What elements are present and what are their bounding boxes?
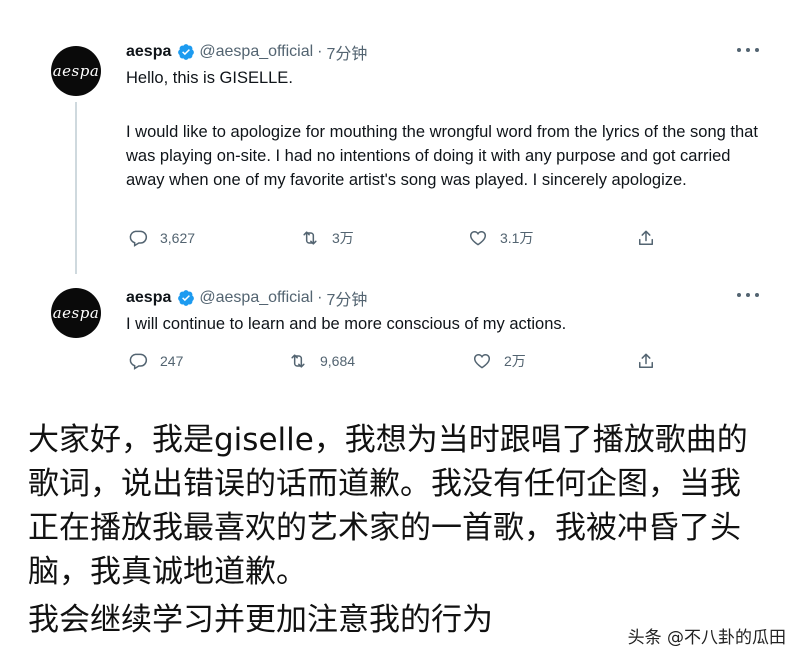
tweet-paragraph: Hello, this is GISELLE.: [126, 69, 293, 87]
author-handle[interactable]: @aespa_official: [199, 289, 313, 307]
avatar-logo-text: aespa: [52, 304, 100, 322]
author-handle[interactable]: @aespa_official: [199, 43, 313, 61]
tweet-header: aespa @aespa_official · 7分钟: [126, 40, 367, 64]
timestamp[interactable]: 7分钟: [327, 40, 368, 64]
tweet-2[interactable]: aespa aespa @aespa_official · 7分钟 I will…: [0, 270, 800, 390]
more-options-icon[interactable]: [737, 290, 759, 300]
timestamp[interactable]: 7分钟: [327, 286, 368, 310]
like-icon: [469, 230, 487, 246]
retweet-button[interactable]: 9,684: [288, 351, 355, 371]
like-icon: [473, 353, 491, 369]
avatar-logo-text: aespa: [52, 62, 100, 80]
watermark: 头条 @不八卦的瓜田: [627, 628, 786, 648]
translation-line: 大家好，我是giselle，我想为当时跟唱了播放歌曲的: [28, 422, 748, 458]
share-button[interactable]: [636, 351, 668, 371]
share-button[interactable]: [636, 228, 668, 248]
retweet-count: 3万: [332, 230, 354, 246]
like-button[interactable]: 2万: [472, 351, 526, 371]
reply-count: 247: [160, 353, 184, 369]
retweet-icon: [291, 354, 305, 368]
verified-badge-icon: [178, 290, 195, 306]
avatar[interactable]: aespa: [51, 46, 101, 96]
author-name[interactable]: aespa: [126, 43, 171, 61]
tweet-paragraph: I would like to apologize for mouthing t…: [126, 123, 758, 189]
verified-badge-icon: [178, 44, 195, 60]
retweet-count: 9,684: [320, 353, 356, 369]
thread-line: [75, 102, 77, 274]
translation-text: 大家好，我是giselle，我想为当时跟唱了播放歌曲的 歌词，说出错误的话而道歉…: [28, 418, 788, 642]
reply-button[interactable]: 247: [128, 351, 183, 371]
reply-button[interactable]: 3,627: [128, 228, 195, 248]
translation-line: 正在播放我最喜欢的艺术家的一首歌，我被冲昏了头: [28, 510, 741, 546]
retweet-icon: [303, 231, 317, 245]
retweet-button[interactable]: 3万: [300, 228, 354, 248]
tweet-actions: 247 9,684 2万: [126, 351, 666, 375]
share-icon: [639, 230, 653, 245]
like-button[interactable]: 3.1万: [468, 228, 533, 248]
reply-count: 3,627: [160, 230, 196, 246]
tweet-actions: 3,627 3万 3.1万: [126, 228, 666, 252]
tweet-text: Hello, this is GISELLE. I would like to …: [126, 66, 766, 192]
reply-icon: [129, 353, 148, 370]
translation-line: 歌词，说出错误的话而道歉。我没有任何企图，当我: [28, 466, 741, 502]
translation-line: 脑，我真诚地道歉。: [28, 554, 307, 590]
author-name[interactable]: aespa: [126, 289, 171, 307]
tweet-paragraph: I will continue to learn and be more con…: [126, 315, 567, 333]
like-count: 2万: [504, 353, 526, 369]
like-count: 3.1万: [500, 230, 534, 246]
share-icon: [639, 353, 653, 368]
tweet-text: I will continue to learn and be more con…: [126, 312, 766, 336]
header-separator: ·: [317, 43, 323, 60]
avatar[interactable]: aespa: [51, 288, 101, 338]
tweet-header: aespa @aespa_official · 7分钟: [126, 286, 367, 310]
header-separator: ·: [317, 289, 323, 306]
reply-icon: [129, 230, 148, 247]
tweet-1[interactable]: aespa aespa @aespa_official · 7分钟 Hello,…: [0, 0, 800, 274]
more-options-icon[interactable]: [737, 45, 759, 55]
